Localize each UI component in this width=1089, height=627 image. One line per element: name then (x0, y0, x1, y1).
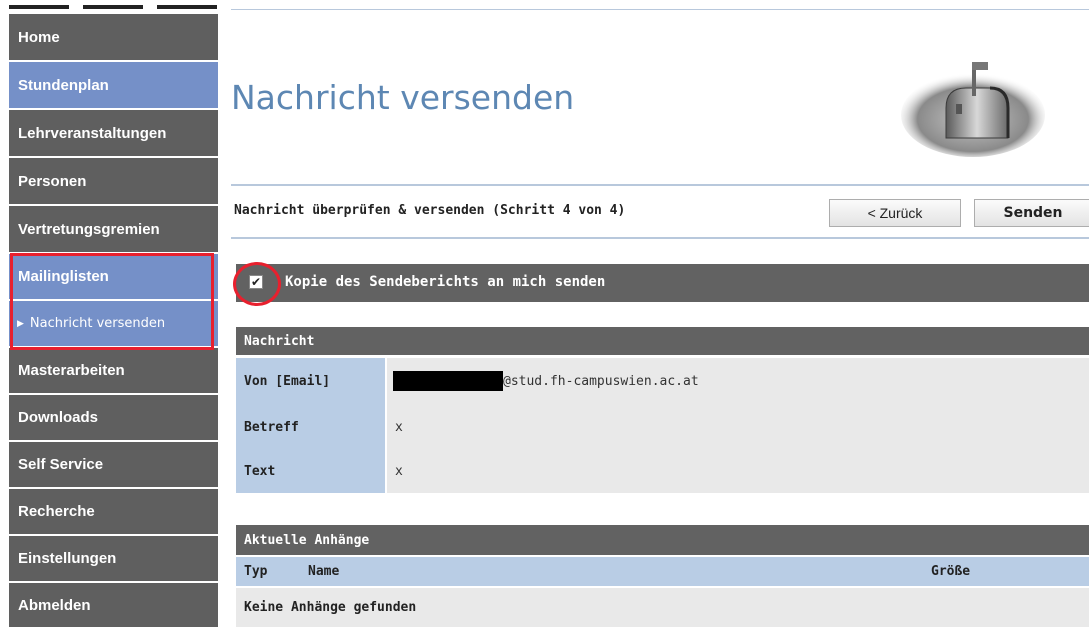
checkmark-icon: ✔ (250, 275, 262, 289)
attachments-heading: Aktuelle Anhänge (236, 525, 1089, 555)
sidebar-item-label: Masterarbeiten (18, 362, 125, 379)
subject-value: x (387, 404, 1089, 450)
sidebar-item-self-service[interactable]: Self Service (9, 442, 218, 489)
sidebar-item-label: Downloads (18, 409, 99, 426)
sidebar-item-label: Stundenplan (18, 76, 109, 94)
column-header-size: Größe (931, 564, 971, 579)
sidebar-item-downloads[interactable]: Downloads (9, 395, 218, 442)
text-value: x (387, 450, 1089, 493)
back-button[interactable]: < Zurück (829, 199, 961, 227)
mailbox-icon (901, 62, 1045, 157)
step-bar: Nachricht überprüfen & versenden (Schrit… (231, 184, 1089, 239)
attachments-table-header: Typ Name Größe (236, 557, 1089, 586)
triangle-right-icon: ▶ (17, 318, 24, 329)
attachments-empty-message: Keine Anhänge gefunden (236, 588, 1089, 627)
redacted-block (393, 371, 503, 391)
step-description: Nachricht überprüfen & versenden (Schrit… (234, 203, 626, 218)
sidebar-item-label: Einstellungen (18, 550, 117, 567)
page-title: Nachricht versenden (231, 78, 575, 117)
sidebar-item-home[interactable]: Home (9, 14, 218, 62)
from-value: @stud.fh-campuswien.ac.at (387, 358, 1089, 404)
sidebar-item-lehrveranstaltungen[interactable]: Lehrveranstaltungen (9, 110, 218, 158)
sidebar-item-label: Abmelden (18, 596, 91, 614)
sidebar-item-label: Self Service (18, 456, 104, 473)
top-divider (231, 9, 1089, 10)
subject-label: Betreff (236, 404, 385, 450)
sidebar-item-label: Lehrveranstaltungen (18, 124, 167, 142)
sidebar-top-decoration (9, 0, 218, 14)
sidebar-item-label: Vertretungsgremien (18, 220, 160, 238)
sidebar-item-vertretungsgremien[interactable]: Vertretungsgremien (9, 206, 218, 254)
copy-report-row: ✔ Kopie des Sendeberichts an mich senden (236, 264, 1089, 302)
column-header-typ: Typ (244, 564, 268, 579)
sidebar-item-masterarbeiten[interactable]: Masterarbeiten (9, 348, 218, 395)
copy-report-checkbox[interactable]: ✔ (249, 275, 263, 289)
sidebar-item-stundenplan[interactable]: Stundenplan (9, 62, 218, 110)
sidebar-item-label: Nachricht versenden (29, 316, 166, 331)
sidebar-item-abmelden[interactable]: Abmelden (9, 583, 218, 627)
sidebar-item-einstellungen[interactable]: Einstellungen (9, 536, 218, 583)
sidebar: Home Stundenplan Lehrveranstaltungen Per… (9, 0, 218, 627)
sidebar-item-label: Recherche (18, 503, 95, 520)
sidebar-item-label: Mailinglisten (18, 268, 109, 285)
sidebar-item-recherche[interactable]: Recherche (9, 489, 218, 536)
column-header-name: Name (308, 564, 340, 579)
sidebar-item-label: Personen (18, 172, 87, 190)
sidebar-item-mailinglisten[interactable]: Mailinglisten (9, 254, 218, 301)
text-label: Text (236, 450, 385, 493)
sidebar-item-personen[interactable]: Personen (9, 158, 218, 206)
from-label: Von [Email] (236, 358, 385, 404)
send-button[interactable]: Senden (974, 199, 1089, 227)
from-email-domain: @stud.fh-campuswien.ac.at (503, 373, 699, 389)
sidebar-item-label: Home (18, 28, 60, 46)
message-heading: Nachricht (236, 327, 1089, 355)
copy-report-label: Kopie des Sendeberichts an mich senden (285, 274, 606, 290)
sidebar-subitem-nachricht-versenden[interactable]: ▶ Nachricht versenden (9, 301, 218, 348)
